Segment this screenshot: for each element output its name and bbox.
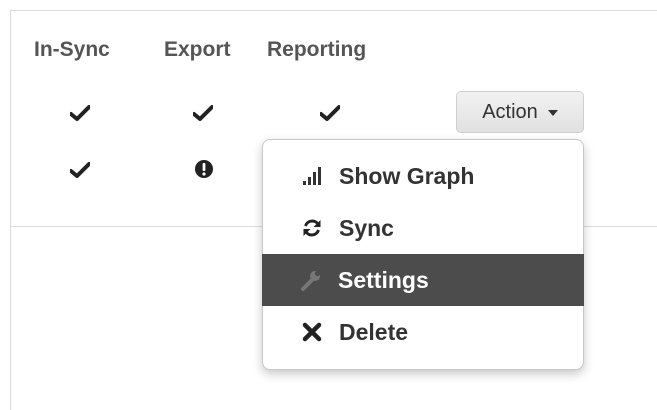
action-dropdown-menu: Show Graph Sync Settings Delete bbox=[262, 139, 584, 370]
check-icon bbox=[68, 158, 92, 182]
menu-item-sync[interactable]: Sync bbox=[263, 202, 583, 254]
refresh-icon bbox=[301, 217, 323, 239]
column-header-reporting: Reporting bbox=[267, 38, 367, 61]
close-icon bbox=[301, 321, 323, 343]
menu-item-label: Show Graph bbox=[339, 162, 475, 189]
wrench-icon bbox=[300, 269, 322, 291]
menu-item-label: Sync bbox=[339, 214, 394, 241]
column-header-in-sync: In-Sync bbox=[34, 38, 110, 61]
menu-item-label: Settings bbox=[338, 266, 429, 293]
check-icon bbox=[68, 101, 92, 125]
caret-down-icon bbox=[547, 110, 558, 116]
menu-item-settings[interactable]: Settings bbox=[262, 254, 584, 306]
exclamation-circle-icon bbox=[192, 157, 216, 181]
signal-bars-icon bbox=[301, 165, 323, 187]
column-header-export: Export bbox=[164, 38, 231, 61]
menu-item-delete[interactable]: Delete bbox=[263, 306, 583, 358]
action-button-label: Action bbox=[482, 100, 538, 123]
check-icon bbox=[318, 101, 342, 125]
check-icon bbox=[191, 101, 215, 125]
menu-item-show-graph[interactable]: Show Graph bbox=[263, 150, 583, 202]
menu-item-label: Delete bbox=[339, 318, 409, 345]
action-dropdown-button[interactable]: Action bbox=[456, 91, 584, 133]
